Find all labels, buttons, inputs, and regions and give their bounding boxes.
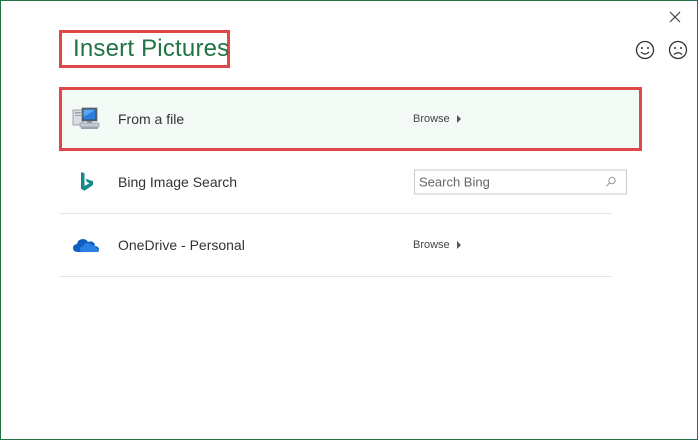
dialog-title-container: Insert Pictures	[59, 30, 230, 68]
close-button[interactable]	[665, 7, 685, 27]
row-divider	[59, 276, 612, 277]
bing-search-input[interactable]	[415, 170, 599, 194]
smile-feedback-button[interactable]	[634, 39, 656, 61]
from-file-browse-button[interactable]: Browse	[413, 113, 461, 125]
bing-search-row: Bing Image Search	[59, 151, 627, 213]
search-icon[interactable]	[605, 176, 617, 188]
caret-right-icon	[456, 241, 461, 249]
onedrive-row[interactable]: OneDrive - Personal Browse	[59, 214, 612, 276]
bing-search-box	[414, 169, 627, 195]
caret-right-icon	[456, 115, 461, 123]
onedrive-label: OneDrive - Personal	[118, 237, 245, 253]
bing-icon	[71, 168, 101, 196]
from-file-browse-label: Browse	[413, 113, 450, 125]
bing-search-label: Bing Image Search	[118, 174, 238, 190]
frown-icon	[668, 40, 688, 60]
dialog-title: Insert Pictures	[73, 35, 230, 62]
from-file-row[interactable]: From a file Browse	[59, 87, 642, 151]
onedrive-icon	[71, 231, 101, 259]
insert-pictures-dialog: Insert Pictures From a file Browse Bing …	[0, 0, 698, 440]
computer-icon	[71, 105, 101, 133]
smile-icon	[635, 40, 655, 60]
frown-feedback-button[interactable]	[667, 39, 689, 61]
onedrive-browse-label: Browse	[413, 239, 450, 251]
onedrive-browse-button[interactable]: Browse	[413, 239, 461, 251]
from-file-label: From a file	[118, 111, 185, 127]
close-icon	[669, 11, 681, 23]
